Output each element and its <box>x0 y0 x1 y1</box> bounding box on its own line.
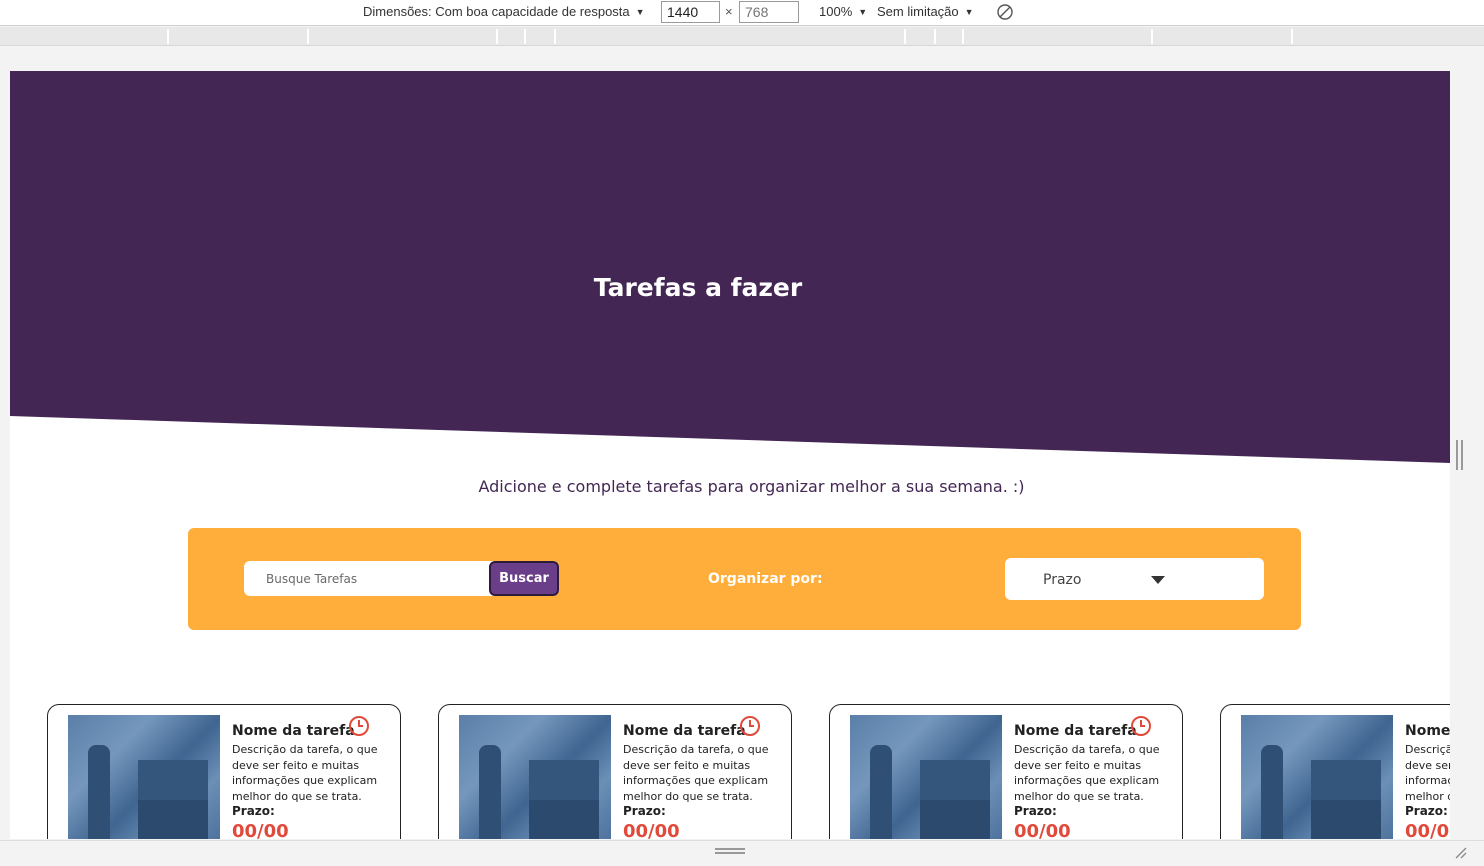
sort-label: Organizar por: <box>708 571 823 587</box>
task-image <box>68 715 220 839</box>
ruler-divider <box>1151 29 1153 44</box>
ruler-divider <box>167 29 169 44</box>
clock-icon <box>740 716 760 736</box>
task-description: Descrição da tarefa, o que deve ser feit… <box>232 743 378 803</box>
page-title: Tarefas a fazer <box>593 273 803 302</box>
deadline-label: Prazo: <box>232 804 275 818</box>
caret-down-icon <box>1151 576 1165 584</box>
media-query-ruler[interactable] <box>0 27 1484 46</box>
task-title: Nome da tarefa <box>623 723 746 739</box>
task-title: Nome da tarefa <box>232 723 355 739</box>
page-viewport: Tarefas a fazer Adicione e complete tare… <box>10 71 1450 839</box>
devtools-bottom-bar <box>0 840 1484 866</box>
task-image <box>850 715 1002 839</box>
width-input[interactable] <box>661 1 720 23</box>
caret-down-icon: ▼ <box>964 6 974 17</box>
deadline-label: Prazo: <box>1014 804 1057 818</box>
ruler-divider <box>1291 29 1293 44</box>
ruler-divider <box>496 29 498 44</box>
deadline-label: Prazo: <box>623 804 666 818</box>
dimensions-dropdown[interactable]: Dimensões: Com boa capacidade de respost… <box>363 4 645 19</box>
times-sign: × <box>725 4 733 19</box>
zoom-dropdown[interactable]: 100% ▼ <box>819 4 867 19</box>
deadline-value: 00/00 <box>1014 821 1071 839</box>
search-box: Buscar <box>244 561 559 596</box>
deadline-value: 00/00 <box>232 821 289 839</box>
throttle-label: Sem limitação <box>877 4 959 19</box>
task-image <box>1241 715 1393 839</box>
sort-value: Prazo <box>1043 572 1082 588</box>
deadline-value: 00/00 <box>1405 821 1450 839</box>
height-resize-handle[interactable] <box>715 848 745 854</box>
throttle-dropdown[interactable]: Sem limitação ▼ <box>877 4 974 19</box>
search-input[interactable] <box>244 561 489 596</box>
task-card[interactable]: Nome da tarefa Descrição da tarefa, o qu… <box>47 704 401 839</box>
devtools-toolbar: Dimensões: Com boa capacidade de respost… <box>0 0 1484 26</box>
height-input[interactable] <box>739 1 799 23</box>
task-description: Descrição da tarefa, o que deve ser feit… <box>1014 743 1160 803</box>
dimensions-label: Dimensões: Com boa capacidade de respost… <box>363 4 630 19</box>
task-description: Descrição da tarefa, o que deve ser feit… <box>623 743 769 803</box>
task-description: Descrição da tarefa, o que deve ser feit… <box>1405 743 1450 803</box>
clock-icon <box>349 716 369 736</box>
task-card[interactable]: Nome da tarefa Descrição da tarefa, o qu… <box>1220 704 1450 839</box>
task-card[interactable]: Nome da tarefa Descrição da tarefa, o qu… <box>438 704 792 839</box>
ruler-divider <box>307 29 309 44</box>
clock-icon <box>1131 716 1151 736</box>
task-card[interactable]: Nome da tarefa Descrição da tarefa, o qu… <box>829 704 1183 839</box>
caret-down-icon: ▼ <box>635 6 645 17</box>
search-button[interactable]: Buscar <box>489 561 559 596</box>
sort-select[interactable]: Prazo <box>1005 558 1264 600</box>
page-subtitle: Adicione e complete tarefas para organiz… <box>478 477 1025 496</box>
task-title: Nome da tarefa <box>1405 723 1450 739</box>
task-cards: Nome da tarefa Descrição da tarefa, o qu… <box>47 704 1450 839</box>
ruler-divider <box>962 29 964 44</box>
caret-down-icon: ▼ <box>858 6 868 17</box>
ruler-divider <box>554 29 556 44</box>
hero-banner <box>10 71 1450 463</box>
viewport-resize-handle[interactable] <box>1456 440 1463 470</box>
deadline-label: Prazo: <box>1405 804 1448 818</box>
ruler-divider <box>524 29 526 44</box>
ruler-divider <box>904 29 906 44</box>
task-image <box>459 715 611 839</box>
filter-toolbar: Buscar Organizar por: Prazo <box>188 528 1301 630</box>
zoom-label: 100% <box>819 4 853 19</box>
ruler-divider <box>934 29 936 44</box>
rotate-icon[interactable] <box>996 3 1014 21</box>
deadline-value: 00/00 <box>623 821 680 839</box>
resize-corner-icon[interactable] <box>1452 844 1468 860</box>
task-title: Nome da tarefa <box>1014 723 1137 739</box>
